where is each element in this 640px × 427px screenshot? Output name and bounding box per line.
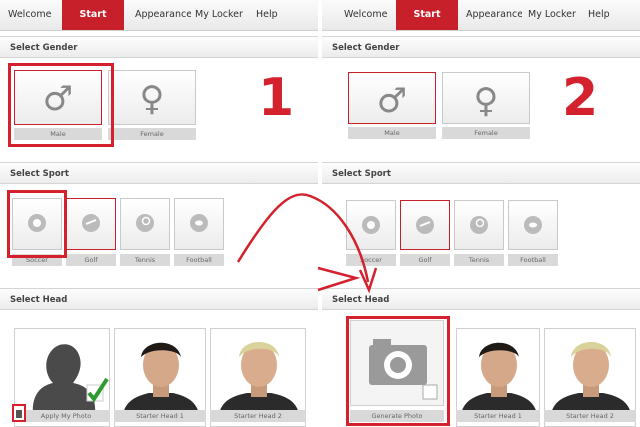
annotation-arrow: [236, 193, 378, 294]
